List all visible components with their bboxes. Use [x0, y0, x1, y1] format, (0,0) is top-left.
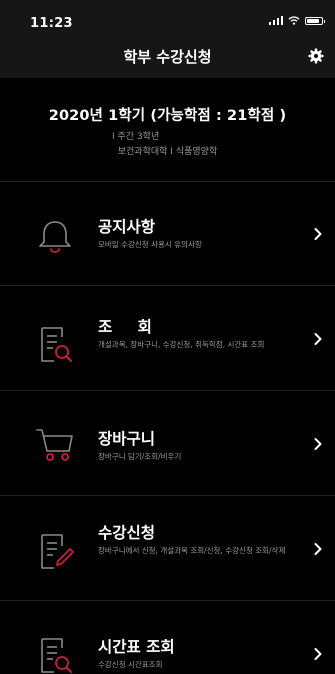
- settings-button[interactable]: [303, 43, 329, 69]
- menu-item-notice[interactable]: 공지사항 모바일 수강신청 사용시 유의사항: [0, 182, 335, 286]
- menu-item-timetable[interactable]: 시간표 조회 수강신청 시간표조회: [0, 602, 335, 674]
- menu-text: 장바구니 장바구니 담기/조회/비우기: [98, 429, 298, 463]
- menu-title: 조 회: [98, 318, 162, 336]
- menu-desc: 모바일 수강신청 사용시 유의사항: [98, 240, 202, 249]
- menu-item-cart[interactable]: 장바구니 장바구니 담기/조회/비우기: [0, 392, 335, 496]
- menu-item-inquiry[interactable]: 조 회 개설과목, 장바구니, 수강신청, 취득학점, 시간표 조회: [0, 287, 335, 391]
- wifi-icon: [288, 16, 300, 25]
- document-search-icon: [41, 638, 72, 673]
- menu-item-registration[interactable]: 수강신청 장바구니에서 신청, 개설과목 조회/신청, 수강신청 조회/삭제: [0, 497, 335, 601]
- menu-desc: 개설과목, 장바구니, 수강신청, 취득학점, 시간표 조회: [98, 340, 265, 349]
- nav-bar: 학부 수강신청: [0, 40, 335, 78]
- semester-major: 보건과학대학 I 식품영양학: [117, 147, 218, 157]
- menu-title: 공지사항: [98, 218, 156, 236]
- document-search-icon: [41, 327, 72, 362]
- semester-info: 2020년 1학기 (가능학점 : 21학점 ) I 주간 3학년 보건과학대학…: [0, 78, 335, 182]
- cellular-signal-icon: [268, 16, 283, 25]
- status-time: 11:23: [30, 16, 73, 31]
- chevron-right-icon: [314, 228, 322, 240]
- semester-title: 2020년 1학기 (가능학점 : 21학점 ): [48, 108, 287, 124]
- menu-text: 시간표 조회 수강신청 시간표조회: [98, 637, 298, 671]
- battery-icon: [305, 16, 325, 25]
- cart-icon: [36, 429, 73, 461]
- menu-title: 시간표 조회: [98, 638, 175, 656]
- menu-desc: 수강신청 시간표조회: [98, 660, 163, 669]
- status-bar: 11:23: [0, 0, 335, 40]
- status-icons: [268, 16, 325, 25]
- semester-grade: I 주간 3학년: [112, 132, 160, 142]
- menu-title: 장바구니: [98, 430, 156, 448]
- chevron-right-icon: [314, 333, 322, 345]
- document-edit-icon: [41, 534, 74, 569]
- menu-text: 수강신청 장바구니에서 신청, 개설과목 조회/신청, 수강신청 조회/삭제: [98, 523, 298, 557]
- menu-text: 조 회 개설과목, 장바구니, 수강신청, 취득학점, 시간표 조회: [98, 317, 298, 351]
- menu-text: 공지사항 모바일 수강신청 사용시 유의사항: [98, 217, 298, 251]
- gear-icon: [308, 48, 324, 64]
- menu-title: 수강신청: [98, 524, 156, 542]
- bell-icon: [39, 221, 71, 253]
- page-title: 학부 수강신청: [123, 48, 212, 66]
- menu-desc: 장바구니 담기/조회/비우기: [98, 452, 182, 461]
- chevron-right-icon: [314, 543, 322, 555]
- chevron-right-icon: [314, 648, 322, 660]
- menu-desc: 장바구니에서 신청, 개설과목 조회/신청, 수강신청 조회/삭제: [98, 546, 286, 555]
- chevron-right-icon: [314, 438, 322, 450]
